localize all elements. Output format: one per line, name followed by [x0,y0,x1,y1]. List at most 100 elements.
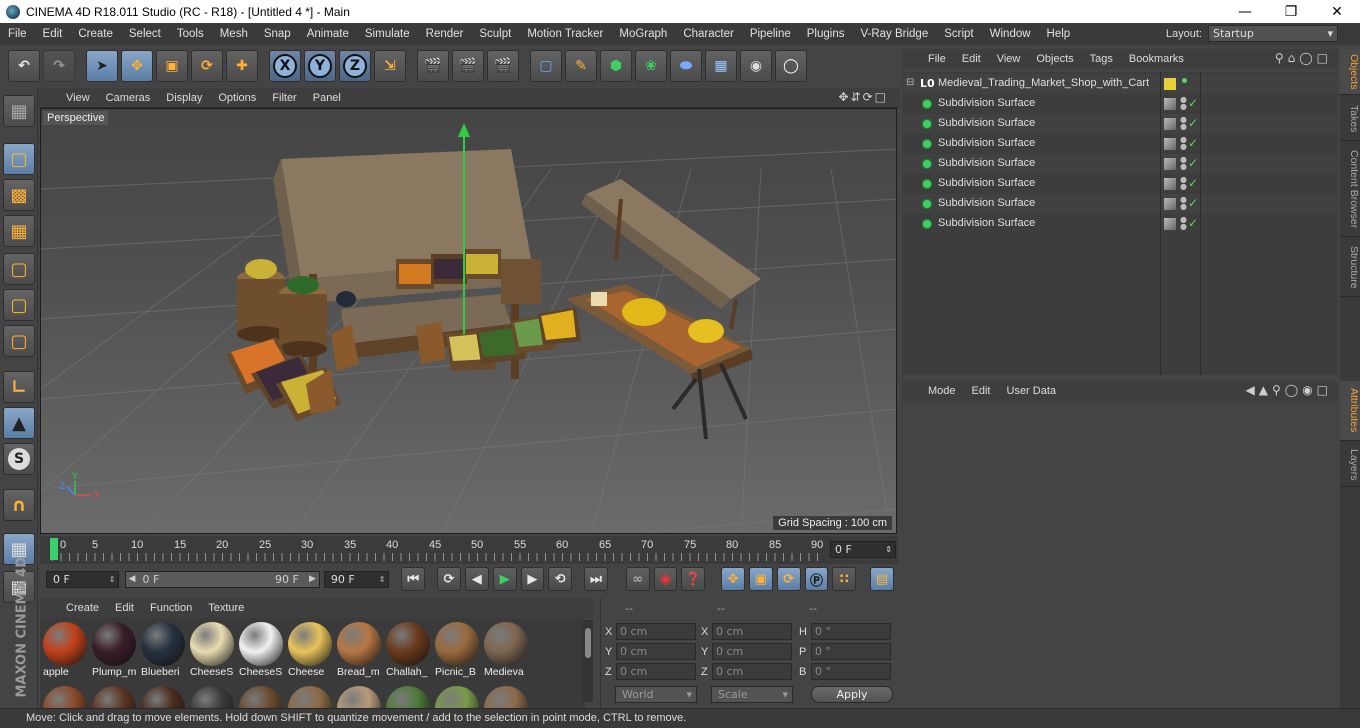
material-swatch[interactable] [238,684,284,708]
camera-icon[interactable]: ◉ [740,50,772,82]
material-swatch[interactable]: apple [42,620,88,680]
tab-attributes[interactable]: Attributes [1340,381,1360,441]
material-swatch[interactable]: Plump_m [91,620,137,680]
menu-render[interactable]: Render [418,28,472,40]
material-swatch[interactable]: CheeseS [189,620,235,680]
go-to-end-icon[interactable]: ⏭ [584,567,608,591]
live-select-icon[interactable]: ➤ [86,50,118,82]
attribute-menu-user-data[interactable]: User Data [999,385,1065,397]
enabled-check-icon[interactable]: ✓ [1188,156,1198,170]
enabled-check-icon[interactable]: ✓ [1188,176,1198,190]
material-swatch[interactable]: CheeseS [238,620,284,680]
z-axis-icon[interactable]: Z [339,50,371,82]
timeline-playhead[interactable] [50,538,58,560]
material-tag-icon[interactable] [1164,178,1176,190]
menu-script[interactable]: Script [936,28,981,40]
visibility-dots[interactable]: ● ● [1180,156,1187,171]
material-menu-create[interactable]: Create [40,602,107,614]
redo-icon[interactable]: ↷ [43,50,75,82]
menu-motion-tracker[interactable]: Motion Tracker [519,28,611,40]
stepper-icon[interactable]: ⇕ [885,542,892,557]
coordinate-system-icon[interactable]: ⇲ [374,50,406,82]
object-menu-bookmarks[interactable]: Bookmarks [1121,53,1192,65]
object-row-root[interactable]: ⊟ L0 Medieval_Trading_Market_Shop_with_C… [902,74,1338,94]
attribute-menu-edit[interactable]: Edit [964,385,999,397]
visibility-dots[interactable]: ● ● [1180,216,1187,231]
key-rotation-icon[interactable]: ⟳ [776,567,801,591]
tab-structure[interactable]: Structure [1340,239,1360,297]
expand-toggle-icon[interactable]: ⊟ [906,77,914,88]
apply-button[interactable]: Apply [811,686,893,703]
material-swatch[interactable] [189,684,235,708]
axis-mode-icon[interactable]: ∟ [3,371,35,403]
tab-takes[interactable]: Takes [1340,97,1360,141]
menu-file[interactable]: File [0,28,35,40]
stepper-icon[interactable]: ⇕ [109,572,116,587]
object-row[interactable]: Subdivision Surface ● ● ✓ [902,94,1338,114]
tweak-icon[interactable]: ▲ [3,407,35,439]
range-right-arrow-icon[interactable]: ▶ [309,572,316,587]
viewport-menu-filter[interactable]: Filter [264,92,304,104]
coord-rot-h-field[interactable]: 0 ° [811,623,891,640]
menu-animate[interactable]: Animate [299,28,357,40]
object-menu-tags[interactable]: Tags [1082,53,1121,65]
perspective-viewport[interactable]: Y Z X Perspective Grid Spacing : 100 cm [40,108,897,534]
enabled-check-icon[interactable]: ✓ [1188,136,1198,150]
coord-pos-z-field[interactable]: 0 cm [616,663,696,680]
motion-path-icon[interactable]: ∞ [625,567,650,591]
attribute-manager-toolbar-icons[interactable]: ◀▲⚲◯◉□ [1246,383,1332,397]
viewport-menu-view[interactable]: View [38,92,98,104]
viewport-menu-options[interactable]: Options [210,92,264,104]
material-swatch[interactable] [140,684,186,708]
stepper-icon[interactable]: ⇕ [379,572,386,587]
subdivision-icon[interactable]: ⬢ [600,50,632,82]
material-swatch[interactable] [385,684,431,708]
magnet-icon[interactable]: ∩ [3,489,35,521]
visibility-dot[interactable] [1182,78,1187,83]
key-position-icon[interactable]: ✥ [721,567,745,591]
material-tag-icon[interactable] [1164,118,1176,130]
rotate-icon[interactable]: ⟳ [191,50,223,82]
material-swatch[interactable] [336,684,382,708]
undo-icon[interactable]: ↶ [8,50,40,82]
visibility-dots[interactable]: ● ● [1180,96,1187,111]
texture-mode-icon[interactable]: ▩ [3,179,35,211]
light-icon[interactable]: ◯ [775,50,807,82]
maximize-icon[interactable]: ❐ [1268,0,1314,23]
y-axis-icon[interactable]: Y [304,50,336,82]
coord-size-x-field[interactable]: 0 cm [712,623,792,640]
material-tag-icon[interactable] [1164,158,1176,170]
object-row[interactable]: Subdivision Surface ● ● ✓ [902,114,1338,134]
object-row[interactable]: Subdivision Surface ● ● ✓ [902,214,1338,234]
previous-frame-icon[interactable]: ◀ [464,567,489,591]
object-row[interactable]: Subdivision Surface ● ● ✓ [902,194,1338,214]
pen-icon[interactable]: ✎ [565,50,597,82]
minimize-icon[interactable]: — [1222,0,1268,23]
deformer-icon[interactable]: ⬬ [670,50,702,82]
points-mode-icon[interactable]: ▢ [3,253,35,285]
autokey-icon[interactable]: ❓ [681,567,706,591]
material-menu-edit[interactable]: Edit [107,602,142,614]
next-frame-icon[interactable]: ▶ [520,567,545,591]
timeline-ruler[interactable]: 0 5 10 15 20 25 30 35 40 45 50 55 60 65 … [40,536,898,564]
menu-plugins[interactable]: Plugins [799,28,853,40]
object-menu-file[interactable]: File [902,53,954,65]
range-left-arrow-icon[interactable]: ◀ [128,572,135,587]
visibility-dots[interactable]: ● ● [1180,116,1187,131]
viewport-menu-cameras[interactable]: Cameras [98,92,159,104]
material-swatch[interactable]: Bread_m [336,620,382,680]
viewport-navigation-icons[interactable]: ✥⇵⟳□ [838,90,888,104]
menu-edit[interactable]: Edit [35,28,71,40]
material-swatch[interactable] [42,684,88,708]
object-menu-view[interactable]: View [989,53,1029,65]
material-swatch[interactable] [483,684,529,708]
key-parameter-icon[interactable]: Ⓟ [804,567,829,591]
coord-scale-dropdown[interactable]: Scale ▾ [711,686,793,703]
enabled-check-icon[interactable]: ✓ [1188,216,1198,230]
menu-pipeline[interactable]: Pipeline [742,28,799,40]
timeline-window-icon[interactable]: ▤ [870,567,894,591]
move-icon[interactable]: ✥ [121,50,153,82]
material-tag-icon[interactable] [1164,198,1176,210]
material-tag-icon[interactable] [1164,98,1176,110]
scale-icon[interactable]: ▣ [156,50,188,82]
